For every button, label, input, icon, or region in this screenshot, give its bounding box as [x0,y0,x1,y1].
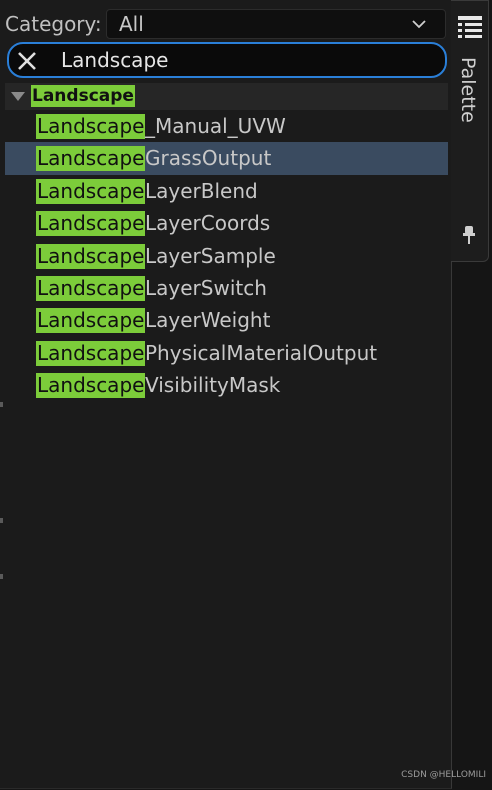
edge-marker [0,518,3,523]
tree-node[interactable]: Landscape LayerCoords [5,207,448,239]
tree-node[interactable]: Landscape LayerSample [5,240,448,272]
tree-node-list: Landscape _Manual_UVW Landscape GrassOutput… [5,110,448,402]
expand-arrow-icon[interactable] [11,92,25,101]
search-match-highlight: Landscape [36,373,146,399]
node-label-rest: PhysicalMaterialOutput [145,340,378,365]
chevron-down-icon [412,20,426,29]
edge-marker [0,574,3,579]
palette-tab[interactable]: Palette [451,0,489,262]
search-match-highlight: Landscape [36,308,146,334]
pin-icon[interactable] [461,225,477,245]
search-match-highlight: Landscape [36,146,146,172]
close-icon[interactable] [15,49,39,73]
node-label-rest: LayerCoords [145,211,271,236]
category-dropdown[interactable]: All [106,9,446,39]
search-match-highlight: Landscape [36,340,146,366]
node-label-rest: LayerSample [145,243,276,268]
node-label-rest: LayerBlend [145,178,258,203]
tree-node[interactable]: Landscape LayerWeight [5,304,448,336]
search-match-highlight: Landscape [36,178,146,204]
tree-node[interactable]: Landscape _Manual_UVW [5,110,448,142]
node-label-rest: LayerSwitch [145,275,267,300]
palette-list-icon [458,16,482,38]
search-match-highlight: Landscape [36,211,146,237]
palette-window: Category: All Landscape Landscape_Manual… [0,0,492,790]
watermark: CSDN @HELLOMILI [401,770,486,780]
search-match-highlight: Landscape [36,275,146,301]
node-label-rest: VisibilityMask [145,373,281,398]
tree-category-landscape[interactable]: Landscape [5,83,448,110]
node-label-rest: _Manual_UVW [145,114,286,138]
search-match-highlight: Landscape [36,114,146,139]
node-label-rest: GrassOutput [145,146,272,171]
tree-node[interactable]: Landscape PhysicalMaterialOutput [5,337,448,369]
category-label: Category: [5,12,102,36]
tree-node[interactable]: Landscape LayerSwitch [5,272,448,304]
tree-node[interactable]: Landscape LayerBlend [5,175,448,207]
search-box [7,42,447,78]
search-input[interactable] [61,44,431,76]
category-row: Category: All [5,9,447,39]
category-selected-value: All [119,12,144,36]
action-tree: Landscape Landscape _Manual_UVW Landscape G… [5,83,448,402]
tree-node[interactable]: Landscape GrassOutput [5,142,448,175]
edge-marker [0,402,3,407]
palette-panel: Category: All Landscape Landscape_Manual… [0,0,452,789]
tree-node[interactable]: Landscape VisibilityMask [5,369,448,401]
search-match-highlight: Landscape [36,243,146,269]
node-label-rest: LayerWeight [145,308,271,333]
tree-category-label: Landscape [31,85,135,107]
palette-tab-label: Palette [457,57,479,123]
